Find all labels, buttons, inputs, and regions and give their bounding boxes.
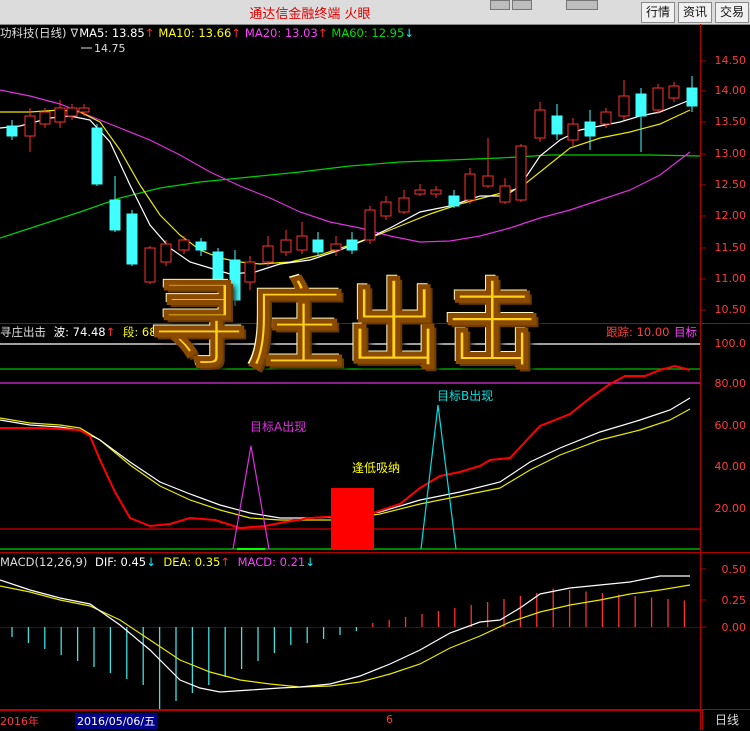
price-tick-12-00: 12.00 bbox=[714, 209, 747, 222]
candle-body bbox=[618, 95, 630, 117]
high-marker-label: 14.75 bbox=[94, 42, 126, 55]
candle-body bbox=[364, 209, 376, 241]
candle-body bbox=[668, 85, 680, 99]
price-tick-11-50: 11.50 bbox=[714, 241, 747, 254]
macd-tick-0-50: 0.50 bbox=[721, 563, 747, 576]
candle-body bbox=[515, 145, 527, 201]
price-tick-10-50: 10.50 bbox=[714, 303, 747, 316]
price-tick-14-00: 14.00 bbox=[714, 84, 747, 97]
indicator-tick-20: 20.00 bbox=[714, 502, 747, 515]
price-tick-14-50: 14.50 bbox=[714, 54, 747, 67]
macd-histogram bbox=[11, 588, 686, 709]
indicator-tick-80: 80.00 bbox=[714, 377, 747, 390]
overlay-title: 寻庄出击 bbox=[149, 269, 542, 383]
candle-body bbox=[126, 213, 138, 265]
candle-body bbox=[109, 199, 121, 231]
candle-body bbox=[499, 185, 511, 203]
cursor-date: 2016/05/06/五 bbox=[75, 713, 158, 729]
candle-body bbox=[24, 115, 36, 137]
target-a-label: 目标A出现 bbox=[250, 420, 307, 434]
candle-body bbox=[66, 107, 78, 117]
candle-body bbox=[414, 189, 426, 195]
price-tick-13-50: 13.50 bbox=[714, 115, 747, 128]
candle-body bbox=[551, 115, 563, 135]
candle-body bbox=[54, 107, 66, 123]
candle-body bbox=[91, 127, 103, 185]
candle-body bbox=[430, 189, 442, 195]
candle-body bbox=[398, 197, 410, 213]
candle-body bbox=[464, 173, 476, 201]
candle-body bbox=[482, 175, 494, 187]
period-button[interactable]: 日线 bbox=[702, 710, 750, 730]
price-tick-12-50: 12.50 bbox=[714, 178, 747, 191]
candle-body bbox=[534, 109, 546, 139]
target-a-signal bbox=[232, 445, 270, 550]
price-tick-11-00: 11.00 bbox=[714, 272, 747, 285]
candle-body bbox=[584, 121, 596, 137]
candle-body bbox=[448, 195, 460, 207]
month-mark: 6 bbox=[386, 713, 393, 726]
candle-body bbox=[600, 111, 612, 125]
price-tick-13-00: 13.00 bbox=[714, 147, 747, 160]
candle-body bbox=[567, 123, 579, 141]
indicator-tick-60: 60.00 bbox=[714, 419, 747, 432]
candle-body bbox=[635, 93, 647, 117]
candle-body bbox=[6, 125, 18, 137]
candle-body bbox=[380, 201, 392, 217]
candle-body bbox=[78, 107, 90, 113]
candle-body bbox=[652, 87, 664, 111]
date-bar: 2016年 2016/05/06/五 6 bbox=[0, 710, 700, 731]
low-buy-bar bbox=[331, 488, 374, 549]
macd-tick-0-00: 0.00 bbox=[721, 621, 747, 634]
candle-body bbox=[686, 87, 698, 107]
low-buy-label: 逢低吸纳 bbox=[352, 461, 401, 475]
macd-tick-0-25: 0.25 bbox=[721, 594, 747, 607]
target-b-label: 目标B出现 bbox=[437, 389, 494, 403]
indicator-tick-100: 100.0 bbox=[714, 337, 747, 350]
indicator-tick-40: 40.00 bbox=[714, 460, 747, 473]
candle-body bbox=[39, 111, 51, 125]
year-label: 2016年 bbox=[0, 715, 39, 728]
